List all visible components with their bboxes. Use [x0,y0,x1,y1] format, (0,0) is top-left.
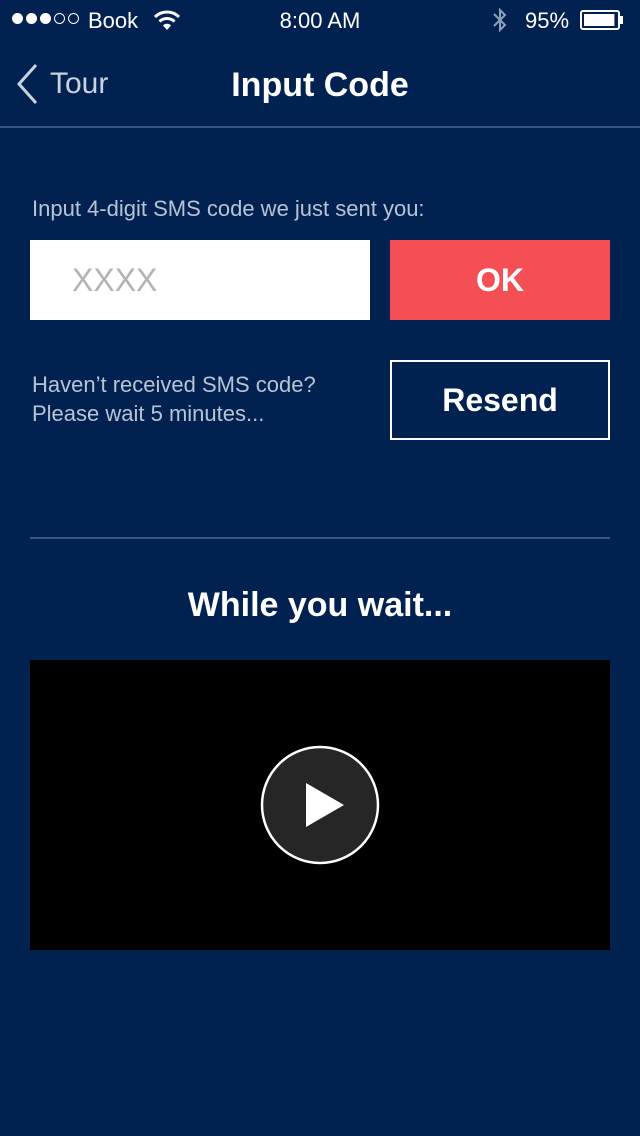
sms-code-input[interactable] [30,240,370,320]
status-bar: Book 8:00 AM 95% [0,0,640,40]
bluetooth-icon [491,7,509,39]
play-button[interactable] [260,745,380,865]
code-prompt-text: Input 4-digit SMS code we just sent you: [32,196,425,221]
resend-info-line2: Please wait 5 minutes... [32,401,265,426]
screen: Book 8:00 AM 95% Tour Input Code Input 4… [0,0,640,1136]
section-divider [30,537,610,539]
ok-button[interactable]: OK [390,240,610,320]
battery-icon [580,10,624,30]
play-icon [260,745,380,865]
battery-percent: 95% [525,8,570,33]
video-player[interactable] [30,660,610,950]
navigation-bar: Tour Input Code [0,40,640,128]
page-title: Input Code [231,66,409,104]
section-title: While you wait... [187,586,453,624]
resend-button[interactable]: Resend [390,360,610,440]
resend-info-text: Haven’t received SMS code? Please wait 5… [32,370,316,428]
resend-info-line1: Haven’t received SMS code? [32,372,316,397]
